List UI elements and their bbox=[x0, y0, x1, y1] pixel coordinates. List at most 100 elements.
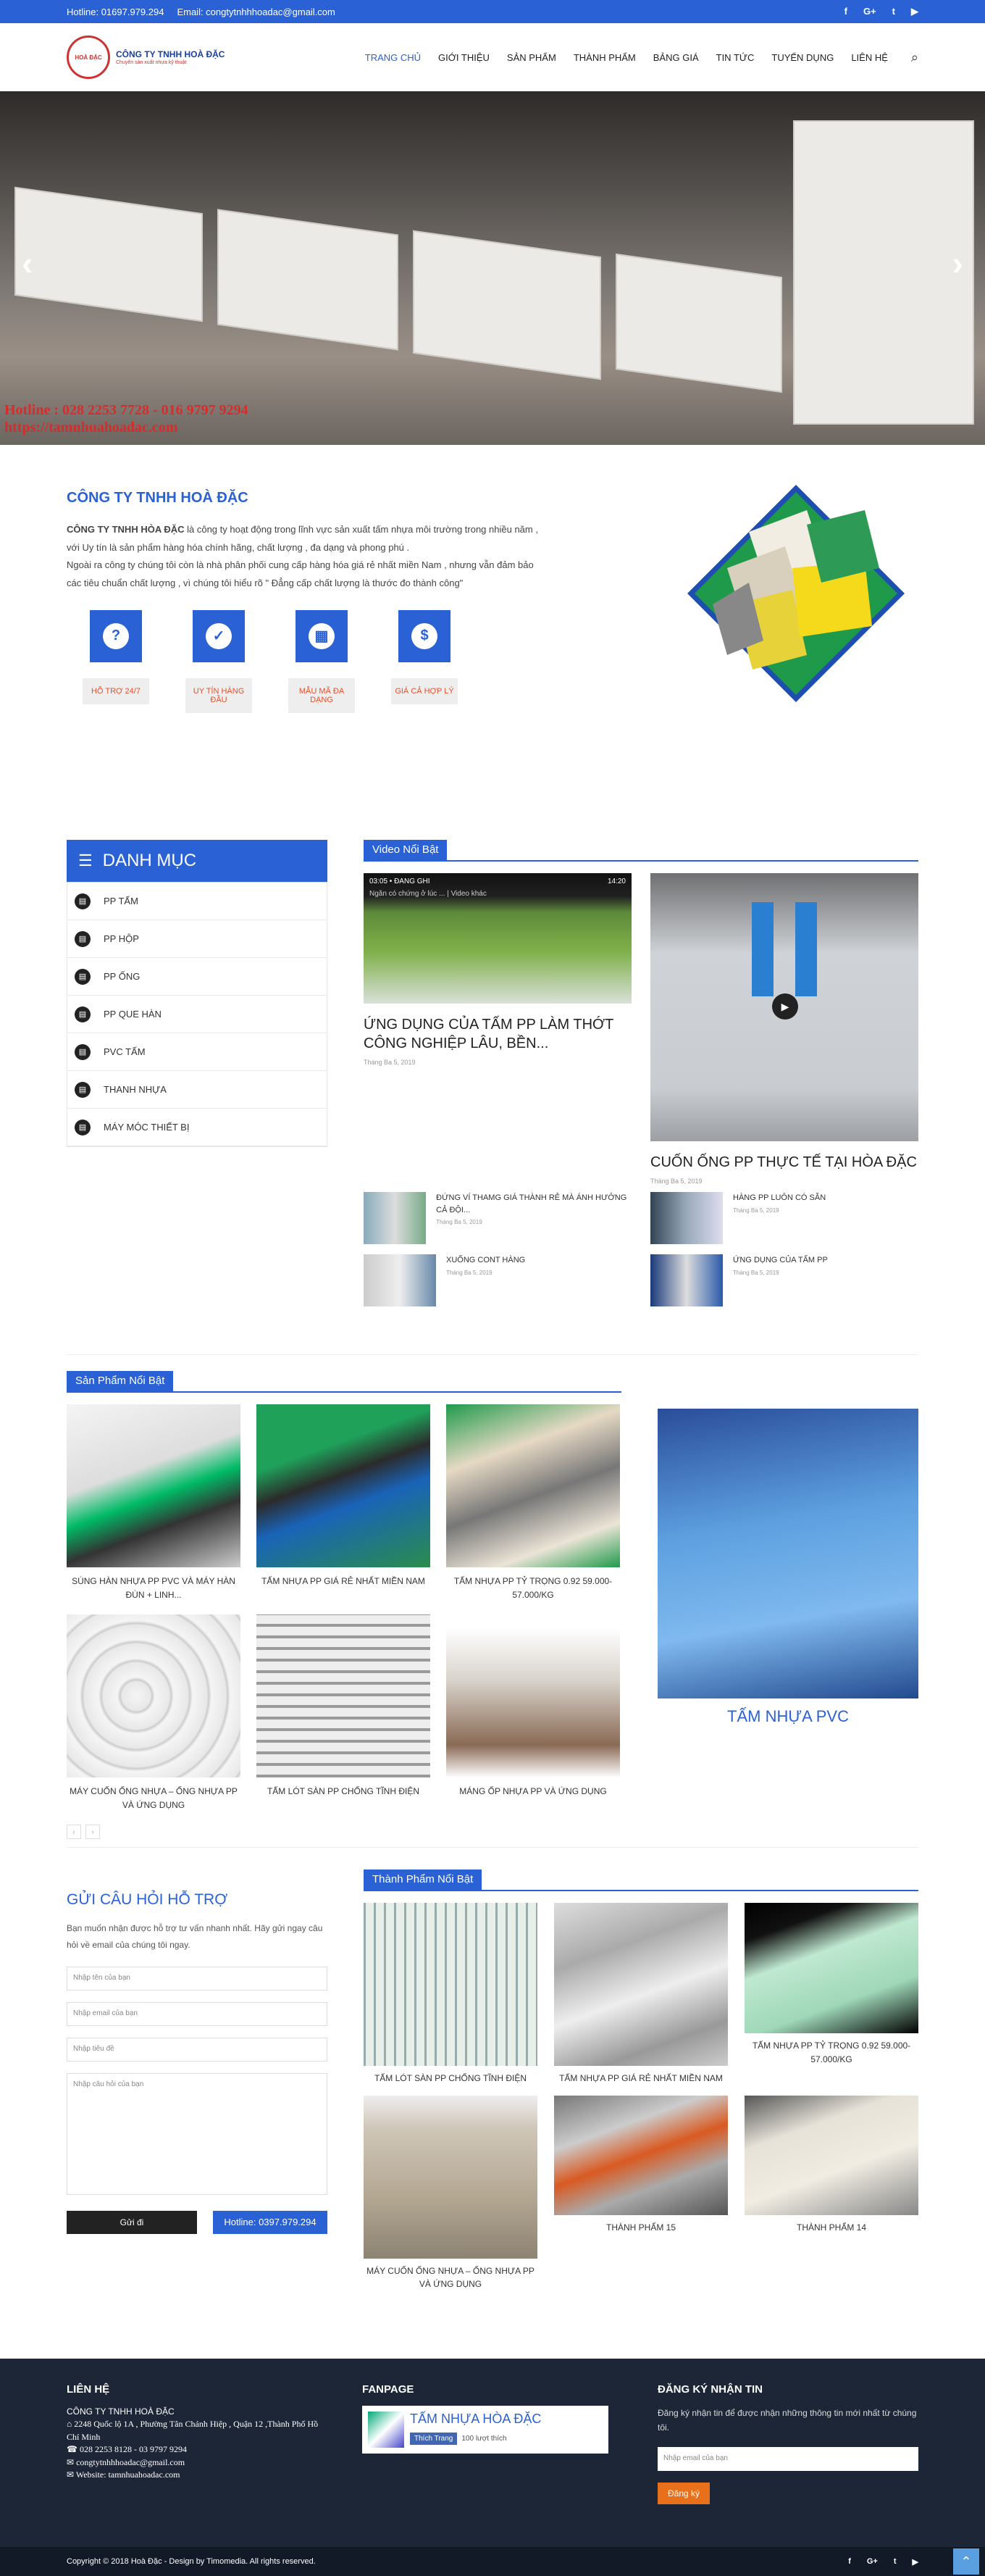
finished-card[interactable]: TẤM LÓT SÀN PP CHỐNG TĨNH ĐIỆN bbox=[364, 1903, 537, 2085]
like-page-button[interactable]: Thích Trang bbox=[410, 2433, 458, 2445]
google-plus-icon[interactable]: G+ bbox=[863, 6, 876, 17]
twitter-icon[interactable]: t bbox=[892, 6, 895, 17]
product-card[interactable]: MÁNG ỐP NHỰA PP VÀ ỨNG DỤNG bbox=[446, 1614, 620, 1812]
category-icon: ▤ bbox=[75, 930, 91, 947]
feature-variety: ▦ MẪU MÃ ĐA DẠNG bbox=[288, 609, 355, 713]
nav-recruitment[interactable]: TUYỂN DỤNG bbox=[763, 52, 842, 63]
product-image[interactable] bbox=[446, 1614, 620, 1778]
product-image[interactable] bbox=[446, 1404, 620, 1567]
hotline-button[interactable]: Hotline: 0397.979.294 bbox=[213, 2210, 327, 2234]
finished-image[interactable] bbox=[554, 2095, 728, 2215]
video-card[interactable]: ▶ CUỐN ỐNG PP THỰC TẾ TẠI HÒA ĐẶC Tháng … bbox=[650, 873, 918, 1185]
nav-home[interactable]: TRANG CHỦ bbox=[356, 52, 429, 63]
newsletter-email-input[interactable]: Nhập email của bạn bbox=[658, 2446, 918, 2471]
video-title[interactable]: CUỐN ỐNG PP THỰC TẾ TẠI HÒA ĐẶC bbox=[650, 1153, 918, 1172]
small-video-item[interactable]: HÀNG PP LUÔN CÓ SẴN Tháng Ba 5, 2019 bbox=[650, 1192, 918, 1244]
category-item[interactable]: ▤ PP ỐNG bbox=[67, 958, 327, 996]
finished-card[interactable]: TẤM NHỰA PP GIÁ RẺ NHẤT MIỀN NAM bbox=[554, 1903, 728, 2085]
scroll-top-icon[interactable]: ⌃ bbox=[953, 2548, 979, 2575]
top-bar: Hotline: 01697.979.294 Email: congtytnhh… bbox=[0, 0, 985, 23]
nav-about[interactable]: GIỚI THIỆU bbox=[429, 52, 498, 63]
main-nav: TRANG CHỦ GIỚI THIỆU SẢN PHẨM THÀNH PHẨM… bbox=[356, 50, 918, 65]
category-item[interactable]: ▤ PP QUE HÀN bbox=[67, 996, 327, 1033]
product-name[interactable]: TẤM LÓT SÀN PP CHỐNG TĨNH ĐIỆN bbox=[256, 1785, 430, 1798]
video-thumbnail[interactable] bbox=[650, 1192, 723, 1244]
banner-next-icon[interactable]: › bbox=[952, 243, 963, 283]
small-video-list: ĐỨNG VÍ THAMG GIÁ THÀNH RẺ MÀ ÁNH HƯỞNG … bbox=[364, 1192, 918, 1317]
newsletter-subscribe-button[interactable]: Đăng ký bbox=[658, 2482, 710, 2504]
twitter-icon[interactable]: t bbox=[894, 2557, 897, 2567]
product-card[interactable]: MÁY CUỐN ỐNG NHỰA – ỐNG NHỰA PP VÀ ỨNG D… bbox=[67, 1614, 240, 1812]
youtube-icon[interactable]: ▶ bbox=[911, 6, 918, 17]
product-name[interactable]: MÁNG ỐP NHỰA PP VÀ ỨNG DỤNG bbox=[446, 1785, 620, 1798]
category-item[interactable]: ▤ PP HỘP bbox=[67, 920, 327, 958]
finished-card[interactable]: MÁY CUỐN ỐNG NHỰA – ỐNG NHỰA PP VÀ ỨNG D… bbox=[364, 2095, 537, 2291]
product-image[interactable] bbox=[67, 1404, 240, 1567]
video-thumbnail[interactable]: ▶ bbox=[650, 873, 918, 1141]
small-video-item[interactable]: XUỐNG CONT HÀNG Tháng Ba 5, 2019 bbox=[364, 1254, 632, 1306]
product-name[interactable]: MÁY CUỐN ỐNG NHỰA – ỐNG NHỰA PP VÀ ỨNG D… bbox=[67, 1785, 240, 1812]
footer-website[interactable]: ✉ Website: tamnhuahoadac.com bbox=[67, 2469, 327, 2481]
finished-image[interactable] bbox=[364, 2095, 537, 2259]
nav-finished-products[interactable]: THÀNH PHẨM bbox=[565, 52, 645, 63]
product-name[interactable]: TẤM NHỰA PP GIÁ RẺ NHẤT MIỀN NAM bbox=[256, 1575, 430, 1588]
facebook-page-widget[interactable]: TẤM NHỰA HÒA ĐẶC Thích Trang 100 lượt thí… bbox=[362, 2406, 608, 2454]
submit-button[interactable]: Gửi đi bbox=[67, 2210, 197, 2234]
footer-email[interactable]: ✉ congtytnhhhoadac@gmail.com bbox=[67, 2456, 327, 2469]
finished-image[interactable] bbox=[745, 1903, 918, 2033]
banner-tank-image bbox=[14, 186, 203, 322]
nav-price-list[interactable]: BẢNG GIÁ bbox=[645, 52, 708, 63]
nav-contact[interactable]: LIÊN HỆ bbox=[842, 52, 897, 63]
youtube-icon[interactable]: ▶ bbox=[913, 2557, 918, 2567]
name-input[interactable]: Nhập tên của bạn bbox=[67, 1966, 327, 1991]
question-textarea[interactable]: Nhập câu hỏi của bạn bbox=[67, 2072, 327, 2195]
logo[interactable]: HOÀ ĐẶC CÔNG TY TNHH HOÀ ĐẶC Chuyên sản … bbox=[67, 36, 225, 79]
category-item[interactable]: ▤ THANH NHỰA bbox=[67, 1071, 327, 1109]
subject-input[interactable]: Nhập tiêu đề bbox=[67, 2037, 327, 2062]
product-image[interactable] bbox=[67, 1614, 240, 1778]
play-icon[interactable]: ▶ bbox=[772, 993, 798, 1020]
product-card[interactable]: TẤM LÓT SÀN PP CHỐNG TĨNH ĐIỆN bbox=[256, 1614, 430, 1812]
next-icon[interactable]: › bbox=[85, 1825, 100, 1840]
nav-products[interactable]: SẢN PHẨM bbox=[498, 52, 565, 63]
product-name[interactable]: SÚNG HÀN NHỰA PP PVC VÀ MÁY HÀN ĐÙN + LI… bbox=[67, 1575, 240, 1601]
fanpage-name[interactable]: TẤM NHỰA HÒA ĐẶC bbox=[410, 2412, 541, 2427]
nav-news[interactable]: TIN TỨC bbox=[708, 52, 763, 63]
video-card[interactable]: 03:05 • ĐANG GHI 14:20 Ngăn có chứng ở lú… bbox=[364, 873, 632, 1185]
category-item[interactable]: ▤ MÁY MÓC THIẾT BỊ bbox=[67, 1109, 327, 1146]
category-icon: ▤ bbox=[75, 893, 91, 909]
product-image[interactable] bbox=[256, 1614, 430, 1778]
facebook-icon[interactable]: f bbox=[848, 2557, 851, 2567]
small-video-item[interactable]: ĐỨNG VÍ THAMG GIÁ THÀNH RẺ MÀ ÁNH HƯỞNG … bbox=[364, 1192, 632, 1244]
product-name[interactable]: TẤM NHỰA PP TỶ TRỌNG 0.92 59.000-57.000/… bbox=[446, 1575, 620, 1601]
category-item[interactable]: ▤ PVC TẤM bbox=[67, 1033, 327, 1071]
video-title[interactable]: ỨNG DỤNG CỦA TẤM PP LÀM THỚT CÔNG NGHIỆP… bbox=[364, 1015, 632, 1053]
finished-image[interactable] bbox=[745, 2095, 918, 2215]
facebook-icon[interactable]: f bbox=[844, 6, 847, 17]
video-thumbnail[interactable] bbox=[650, 1254, 723, 1306]
finished-card[interactable]: THÀNH PHẨM 14 bbox=[745, 2095, 918, 2291]
email-input[interactable]: Nhập email của bạn bbox=[67, 2001, 327, 2026]
finished-card[interactable]: TẤM NHỰA PP TỶ TRỌNG 0.92 59.000-57.000/… bbox=[745, 1903, 918, 2085]
category-header: ☰ DANH MỤC bbox=[67, 840, 327, 882]
search-icon[interactable]: ⌕ bbox=[911, 50, 918, 65]
product-card[interactable]: TẤM NHỰA PP TỶ TRỌNG 0.92 59.000-57.000/… bbox=[446, 1404, 620, 1601]
finished-card[interactable]: THÀNH PHẨM 15 bbox=[554, 2095, 728, 2291]
finished-image[interactable] bbox=[364, 1903, 537, 2066]
banner-prev-icon[interactable]: ‹ bbox=[22, 243, 33, 283]
small-video-item[interactable]: ỨNG DỤNG CỦA TẤM PP Tháng Ba 5, 2019 bbox=[650, 1254, 918, 1306]
product-image[interactable] bbox=[256, 1404, 430, 1567]
banner-hotline: Hotline : 028 2253 7728 - 016 9797 9294 … bbox=[4, 401, 248, 436]
video-thumbnail[interactable]: 03:05 • ĐANG GHI 14:20 Ngăn có chứng ở lú… bbox=[364, 873, 632, 1004]
prev-icon[interactable]: ‹ bbox=[67, 1825, 81, 1840]
product-card[interactable]: SÚNG HÀN NHỰA PP PVC VÀ MÁY HÀN ĐÙN + LI… bbox=[67, 1404, 240, 1601]
video-thumbnail[interactable] bbox=[364, 1192, 427, 1244]
product-card[interactable]: TẤM NHỰA PP GIÁ RẺ NHẤT MIỀN NAM bbox=[256, 1404, 430, 1601]
product-highlight-image[interactable] bbox=[658, 1409, 918, 1698]
finished-image[interactable] bbox=[554, 1903, 728, 2066]
product-highlight[interactable]: TẤM NHỰA PVC bbox=[658, 1409, 918, 1847]
category-item[interactable]: ▤ PP TẤM bbox=[67, 883, 327, 920]
video-thumbnail[interactable] bbox=[364, 1254, 436, 1306]
google-plus-icon[interactable]: G+ bbox=[867, 2557, 878, 2567]
product-highlight-name[interactable]: TẤM NHỰA PVC bbox=[658, 1707, 918, 1726]
